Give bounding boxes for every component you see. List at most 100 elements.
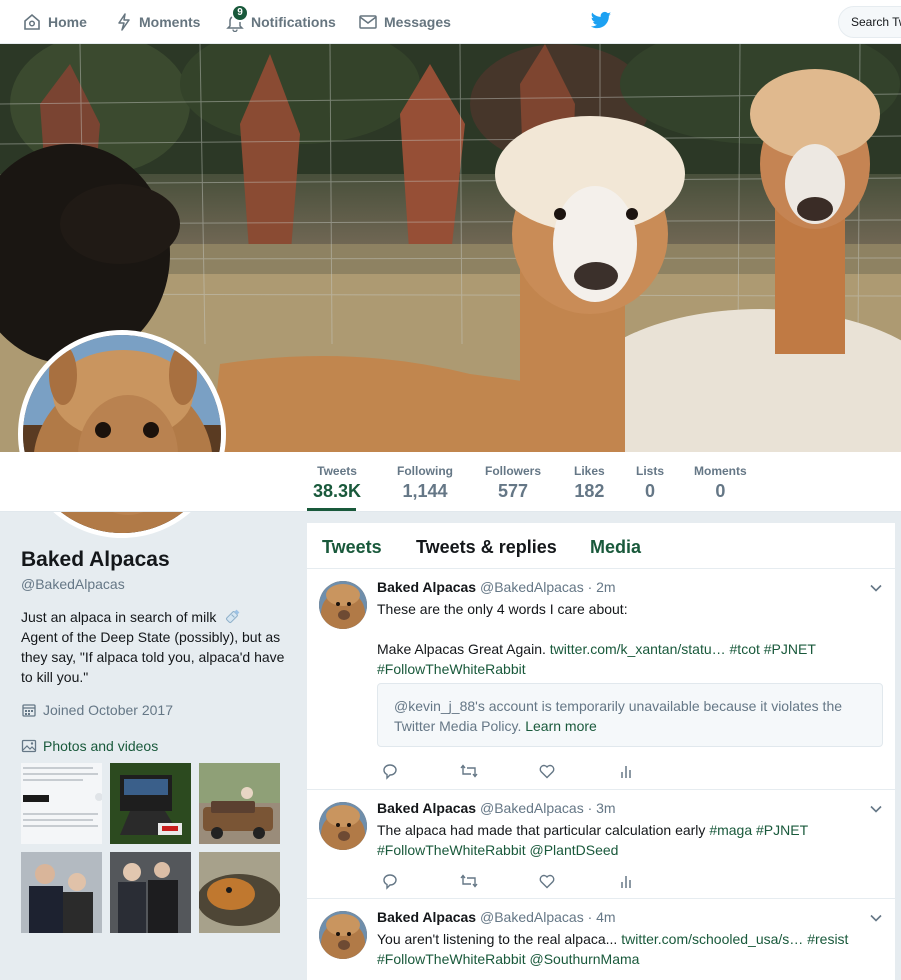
home-icon <box>24 13 40 30</box>
profile-handle[interactable]: @BakedAlpacas <box>21 576 125 592</box>
media-thumbnail[interactable] <box>21 852 102 933</box>
stat-followers[interactable]: Followers 577 <box>485 464 541 502</box>
timeline: Tweets Tweets & replies Media Baked Alpa… <box>307 523 895 980</box>
active-stat-indicator <box>307 508 356 511</box>
retweet-icon[interactable] <box>459 762 479 780</box>
stat-label: Following <box>397 464 453 478</box>
tab-tweets-and-replies[interactable]: Tweets & replies <box>416 537 557 558</box>
thumb-people-image <box>21 852 102 933</box>
joined-date: Joined October 2017 <box>21 702 173 718</box>
top-nav: Home Moments 9 Notifications Messages Se… <box>0 0 901 44</box>
tweet-hashtags[interactable]: #tcot #PJNET <box>730 641 816 657</box>
stat-label: Lists <box>636 464 665 478</box>
heart-icon[interactable] <box>538 872 556 890</box>
tweet-line: You aren't listening to the real alpaca.… <box>377 931 618 947</box>
photos-and-videos-link[interactable]: Photos and videos <box>21 738 158 754</box>
nav-notifications[interactable]: 9 Notifications <box>225 0 336 44</box>
alpaca-avatar-image <box>319 802 367 850</box>
profile-stats-bar: Tweets 38.3K Following 1,144 Followers 5… <box>0 452 901 512</box>
tweet-timestamp[interactable]: · 3m <box>588 800 616 816</box>
profile-bio: Just an alpaca in search of milk Agent o… <box>21 607 286 687</box>
chevron-down-icon[interactable] <box>869 802 883 816</box>
tweet-author-handle[interactable]: @BakedAlpacas <box>480 579 584 595</box>
tweet-timestamp[interactable]: · 4m <box>588 909 616 925</box>
tweet-actions <box>377 762 677 782</box>
tweet-author-handle[interactable]: @BakedAlpacas <box>480 909 584 925</box>
tweet-hashtags[interactable]: #FollowTheWhiteRabbit @SouthurnMama <box>377 951 639 967</box>
media-thumbnail[interactable] <box>199 852 280 933</box>
stat-likes[interactable]: Likes 182 <box>574 464 605 502</box>
tweet-author-name[interactable]: Baked Alpacas <box>377 909 476 925</box>
learn-more-link[interactable]: Learn more <box>525 718 597 734</box>
tweet[interactable]: Baked Alpacas @BakedAlpacas · 2m These a… <box>307 569 895 790</box>
stat-label: Followers <box>485 464 542 478</box>
reply-icon[interactable] <box>381 872 399 890</box>
thumb-screenshot-image <box>23 767 102 827</box>
media-thumbnail[interactable] <box>21 763 102 844</box>
stat-following[interactable]: Following 1,144 <box>397 464 453 502</box>
profile-name[interactable]: Baked Alpacas <box>21 548 170 572</box>
nav-home-label: Home <box>48 14 87 30</box>
search-input[interactable]: Search Tw <box>838 6 901 38</box>
chevron-down-icon[interactable] <box>869 911 883 925</box>
stat-value: 1,144 <box>402 481 448 501</box>
tweet-avatar[interactable] <box>319 802 367 850</box>
nav-home[interactable]: Home <box>22 0 87 44</box>
tweet-text: The alpaca had made that particular calc… <box>377 820 877 860</box>
chevron-down-icon[interactable] <box>869 581 883 595</box>
tweet-header: Baked Alpacas @BakedAlpacas · 3m <box>377 800 616 816</box>
media-unavailable-notice: @kevin_j_88's account is temporarily una… <box>377 683 883 747</box>
tweet-hashtags[interactable]: #resist <box>807 931 848 947</box>
bio-text: Agent of the Deep State (possibly), but … <box>21 629 285 685</box>
tweet-author-handle[interactable]: @BakedAlpacas <box>480 800 584 816</box>
tweet[interactable]: Baked Alpacas @BakedAlpacas · 4m You are… <box>307 899 895 980</box>
tweet-line: Make Alpacas Great Again. <box>377 641 546 657</box>
media-thumbnail[interactable] <box>110 852 191 933</box>
analytics-icon[interactable] <box>618 762 634 780</box>
media-thumbnail[interactable] <box>110 763 191 844</box>
stat-moments[interactable]: Moments 0 <box>694 464 747 502</box>
tweet-header: Baked Alpacas @BakedAlpacas · 2m <box>377 579 616 595</box>
stat-value: 0 <box>715 481 726 501</box>
nav-messages[interactable]: Messages <box>358 0 451 44</box>
tweet-author-name[interactable]: Baked Alpacas <box>377 579 476 595</box>
thumb-lizard-image <box>199 852 280 933</box>
nav-moments-label: Moments <box>139 14 201 30</box>
reply-icon[interactable] <box>381 762 399 780</box>
heart-icon[interactable] <box>538 762 556 780</box>
twitter-bird-icon[interactable] <box>590 11 612 31</box>
photos-label: Photos and videos <box>43 738 159 754</box>
tweet-avatar[interactable] <box>319 911 367 959</box>
tweet-hashtags[interactable]: #maga #PJNET <box>709 822 808 838</box>
stat-value: 577 <box>497 481 529 501</box>
tweet-avatar[interactable] <box>319 581 367 629</box>
thumb-car-image <box>199 763 280 844</box>
stat-value: 182 <box>574 481 605 501</box>
stat-tweets[interactable]: Tweets 38.3K <box>313 464 361 502</box>
media-thumbnail[interactable] <box>199 763 280 844</box>
stat-label: Likes <box>574 464 605 478</box>
tab-tweets[interactable]: Tweets <box>322 537 382 558</box>
tweet-hashtags[interactable]: #FollowTheWhiteRabbit @PlantDSeed <box>377 842 618 858</box>
tweet[interactable]: Baked Alpacas @BakedAlpacas · 3m The alp… <box>307 790 895 899</box>
tweet-timestamp[interactable]: · 2m <box>588 579 616 595</box>
stat-value: 38.3K <box>313 481 362 501</box>
tab-media[interactable]: Media <box>590 537 641 558</box>
retweet-icon[interactable] <box>459 872 479 890</box>
envelope-icon <box>359 15 377 29</box>
tweet-link[interactable]: twitter.com/k_xantan/statu… <box>550 641 726 657</box>
tweet-link[interactable]: twitter.com/schooled_usa/s… <box>621 931 803 947</box>
thumb-group-image <box>110 852 191 933</box>
tweet-actions <box>377 872 677 892</box>
tweet-header: Baked Alpacas @BakedAlpacas · 4m <box>377 909 616 925</box>
tweet-line: The alpaca had made that particular calc… <box>377 822 706 838</box>
stat-lists[interactable]: Lists 0 <box>636 464 664 502</box>
tweet-author-name[interactable]: Baked Alpacas <box>377 800 476 816</box>
tweet-hashtags[interactable]: #FollowTheWhiteRabbit <box>377 661 526 677</box>
notice-text: @kevin_j_88's account is temporarily una… <box>394 698 843 734</box>
stat-label: Moments <box>694 464 747 478</box>
nav-notifications-label: Notifications <box>251 14 336 30</box>
tweet-line: These are the only 4 words I care about: <box>377 601 628 617</box>
analytics-icon[interactable] <box>618 872 634 890</box>
nav-moments[interactable]: Moments <box>115 0 200 44</box>
